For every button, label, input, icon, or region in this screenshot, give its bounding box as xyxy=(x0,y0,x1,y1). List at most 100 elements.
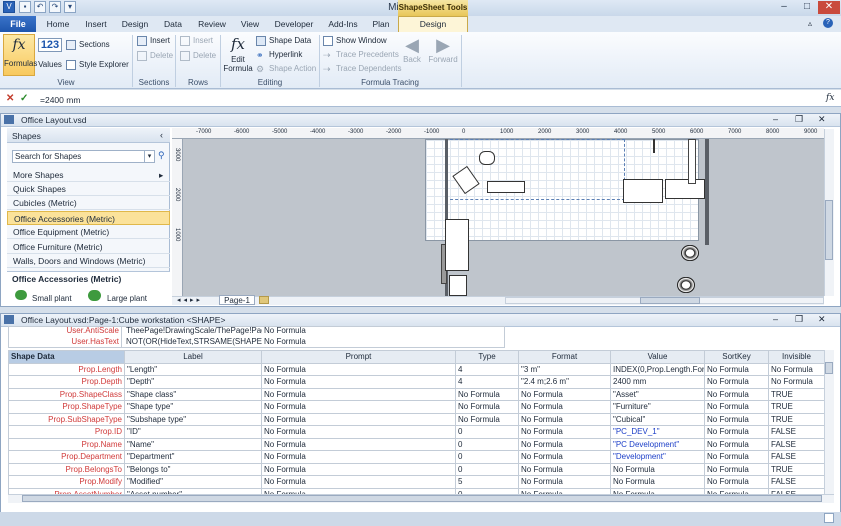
cell-value[interactable]: No Formula xyxy=(261,400,456,414)
cell-value[interactable]: No Formula xyxy=(518,437,611,451)
maximize-icon[interactable]: □ xyxy=(796,1,818,14)
search-shapes-input[interactable]: Search for Shapes xyxy=(12,150,155,163)
cell-value[interactable]: "PC Development" xyxy=(610,437,705,451)
stencil-item-large-plant[interactable]: Large plant xyxy=(107,294,147,303)
help-icon[interactable]: ? xyxy=(823,18,833,28)
file-cabinet-shape[interactable] xyxy=(449,275,467,296)
trace-precedents-button[interactable]: ⇢ Trace Precedents xyxy=(323,50,399,60)
cell-value[interactable]: "Length" xyxy=(124,362,262,376)
cell-value[interactable]: "Depth" xyxy=(124,375,262,389)
cabinet-shape[interactable] xyxy=(688,139,696,184)
shapes-item-office-furniture[interactable]: Office Furniture (Metric) xyxy=(7,240,170,254)
plant-icon[interactable] xyxy=(681,245,699,261)
column-header[interactable]: SortKey xyxy=(704,350,769,364)
cell-value[interactable]: No Formula xyxy=(610,462,705,476)
cell-value[interactable]: No Formula xyxy=(261,362,456,376)
selected-cube-workstation[interactable] xyxy=(445,139,625,200)
shapes-item-walls-doors-windows[interactable]: Walls, Doors and Windows (Metric) xyxy=(7,254,170,268)
cell-value[interactable]: No Formula xyxy=(518,387,611,401)
cell-value[interactable]: 0 xyxy=(455,437,519,451)
cell-value[interactable]: No Formula xyxy=(518,400,611,414)
file-cabinet-shape[interactable] xyxy=(445,219,469,271)
cell-value[interactable]: 0 xyxy=(455,450,519,464)
desk-shape[interactable] xyxy=(623,179,663,203)
cell-value[interactable]: No Formula xyxy=(704,362,769,376)
tab-review[interactable]: Review xyxy=(195,16,229,32)
cell-value[interactable]: No Formula xyxy=(261,475,456,489)
shape-action-button[interactable]: ⚙ Shape Action xyxy=(256,64,316,74)
cell-value[interactable]: No Formula xyxy=(610,475,705,489)
shape-data-button[interactable]: Shape Data xyxy=(256,36,311,46)
cell-value[interactable]: No Formula xyxy=(264,337,306,346)
cell-value[interactable]: TRUE xyxy=(768,462,825,476)
resize-grip-icon[interactable] xyxy=(824,513,834,523)
cell-value[interactable]: "Shape type" xyxy=(124,400,262,414)
sections-delete-button[interactable]: Delete xyxy=(137,51,173,61)
cell-value[interactable]: FALSE xyxy=(768,425,825,439)
cell-value[interactable]: No Formula xyxy=(455,412,519,426)
hyperlink-button[interactable]: ⚭ Hyperlink xyxy=(256,50,302,60)
cell-value[interactable]: TheePage!DrawingScale/ThePage!PageS xyxy=(126,326,262,337)
undo-icon[interactable]: ↶ xyxy=(34,1,46,13)
tab-file[interactable]: File xyxy=(0,16,36,32)
edit-formula-button[interactable]: fx Edit Formula xyxy=(223,35,253,77)
tab-add-ins[interactable]: Add-Ins xyxy=(324,16,362,32)
column-header[interactable]: Label xyxy=(124,350,262,364)
cell-value[interactable]: 2400 mm xyxy=(610,375,705,389)
trace-dependents-button[interactable]: ⇢ Trace Dependents xyxy=(323,64,402,74)
tab-developer[interactable]: Developer xyxy=(272,16,316,32)
cell-value[interactable]: No Formula xyxy=(261,412,456,426)
cell-value[interactable]: 4 xyxy=(455,362,519,376)
formula-input[interactable]: =2400 mm xyxy=(40,95,80,105)
minimize-ribbon-icon[interactable]: ▵ xyxy=(808,19,812,28)
sheet-scroll-thumb[interactable] xyxy=(825,362,833,374)
collapse-panel-icon[interactable]: ‹ xyxy=(160,130,163,140)
shapes-item-office-accessories[interactable]: Office Accessories (Metric) xyxy=(7,211,170,225)
minimize-icon[interactable]: – xyxy=(773,1,795,14)
cell-value[interactable]: No Formula xyxy=(518,462,611,476)
shapes-item-more-shapes[interactable]: More Shapes ▸ xyxy=(7,168,170,182)
cell-value[interactable]: No Formula xyxy=(264,326,306,335)
cell-value[interactable]: "Asset" xyxy=(610,387,705,401)
horizontal-scroll-thumb[interactable] xyxy=(640,297,700,304)
shapes-item-office-equipment[interactable]: Office Equipment (Metric) xyxy=(7,225,170,239)
cell-value[interactable]: 4 xyxy=(455,375,519,389)
tab-design[interactable]: Design xyxy=(118,16,152,32)
cell-value[interactable]: No Formula xyxy=(768,362,825,376)
cell-value[interactable]: No Formula xyxy=(704,387,769,401)
cell-value[interactable]: No Formula xyxy=(704,375,769,389)
column-header[interactable]: Prompt xyxy=(261,350,456,364)
cell-value[interactable]: "2.4 m;2.6 m" xyxy=(518,375,611,389)
desk-shape[interactable] xyxy=(487,181,525,193)
cell-value[interactable]: No Formula xyxy=(455,400,519,414)
cell-value[interactable]: No Formula xyxy=(704,462,769,476)
cell-value[interactable]: No Formula xyxy=(704,412,769,426)
search-icon[interactable]: ⚲ xyxy=(158,150,165,161)
cell-value[interactable]: No Formula xyxy=(261,437,456,451)
page-navigation-icons[interactable]: ◂◂▸▸ xyxy=(177,296,203,304)
cell-value[interactable]: No Formula xyxy=(518,425,611,439)
cell-value[interactable]: "3 m" xyxy=(518,362,611,376)
cell-value[interactable]: "Development" xyxy=(610,450,705,464)
cell-value[interactable]: TRUE xyxy=(768,412,825,426)
cell-value[interactable]: No Formula xyxy=(518,450,611,464)
cell-value[interactable]: FALSE xyxy=(768,475,825,489)
back-button[interactable]: ◀ Back xyxy=(400,35,424,64)
forward-button[interactable]: ▶ Forward xyxy=(428,35,458,64)
cell-value[interactable]: NOT(OR(HideText,STRSAME(SHAPETE) xyxy=(126,337,262,348)
chair-icon[interactable] xyxy=(479,151,495,165)
cell-value[interactable]: "PC_DEV_1" xyxy=(610,425,705,439)
sheet-horizontal-thumb[interactable] xyxy=(22,495,822,502)
column-header[interactable]: Value xyxy=(610,350,705,364)
tab-shapesheet-design[interactable]: Design xyxy=(398,16,468,32)
cell-value[interactable]: "Name" xyxy=(124,437,262,451)
cell-value[interactable]: "Subshape type" xyxy=(124,412,262,426)
cell-value[interactable]: No Formula xyxy=(704,437,769,451)
rows-insert-button[interactable]: Insert xyxy=(180,36,213,46)
cell-value[interactable]: "Furniture" xyxy=(610,400,705,414)
close-icon[interactable]: ✕ xyxy=(818,1,840,14)
tab-plan[interactable]: Plan xyxy=(368,16,394,32)
tab-view[interactable]: View xyxy=(236,16,264,32)
sections-view-button[interactable]: Sections xyxy=(66,40,110,50)
search-dropdown-chevron-icon[interactable]: ▾ xyxy=(144,151,154,162)
